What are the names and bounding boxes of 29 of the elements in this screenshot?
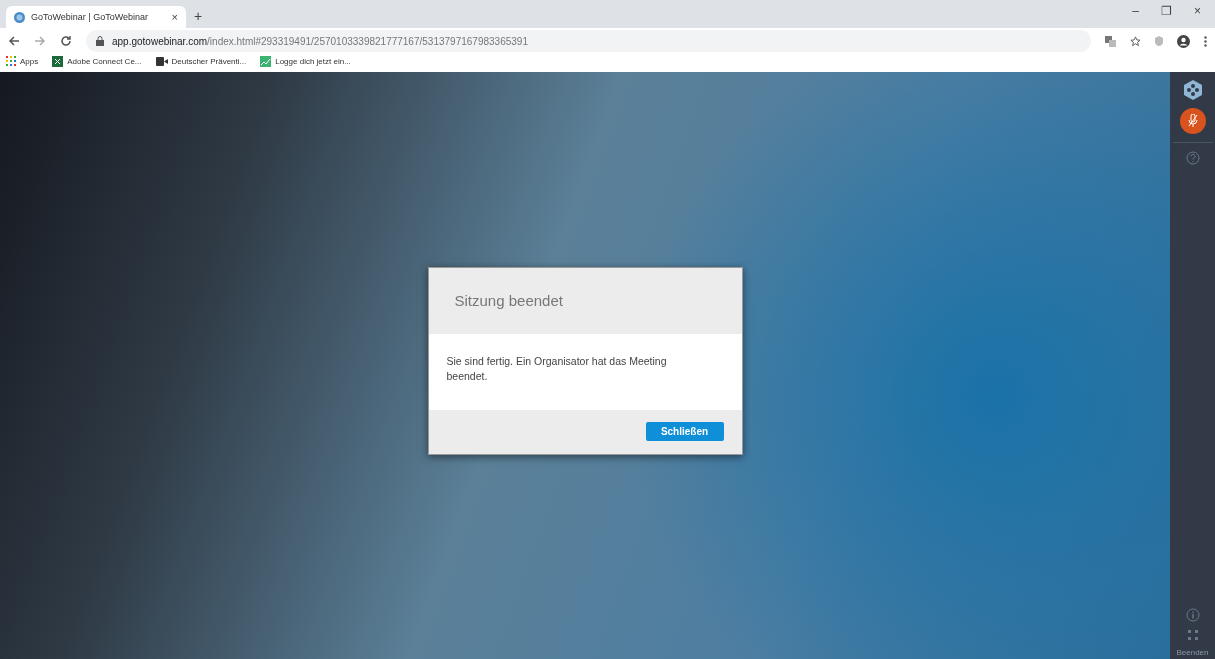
bookmark[interactable]: Deutscher Präventi... bbox=[155, 56, 247, 66]
star-icon[interactable] bbox=[1130, 35, 1141, 47]
apps-shortcut[interactable]: Apps bbox=[6, 56, 39, 66]
profile-icon[interactable] bbox=[1177, 34, 1190, 48]
browser-tab[interactable]: GoToWebinar | GoToWebinar × bbox=[6, 6, 186, 28]
window-control[interactable]: × bbox=[1194, 4, 1201, 18]
video-camera-icon bbox=[155, 56, 168, 66]
dialog-message: Sie sind fertig. Ein Organisator hat das Meeting beendet. bbox=[445, 353, 668, 384]
microphone-icon bbox=[1187, 114, 1198, 128]
address-bar[interactable]: app.gotowebinar.com/index.html#293319491/2570103339821777167/5313797167983365391 bbox=[86, 30, 1091, 52]
close-button[interactable]: Schließen bbox=[645, 422, 724, 441]
globe-icon bbox=[14, 11, 25, 23]
back-arrow-icon[interactable] bbox=[8, 35, 20, 47]
bookmark[interactable]: Logge dich jetzt ein... bbox=[260, 55, 351, 67]
url-text: app.gotowebinar.com/index.html#293319491/2570103339821777167/5313797167983365391 bbox=[112, 35, 528, 47]
end-label[interactable]: Beenden bbox=[1176, 648, 1209, 659]
hexagon-logo-icon[interactable] bbox=[1182, 80, 1203, 100]
lock-icon[interactable] bbox=[96, 36, 104, 46]
microphone-button[interactable] bbox=[1179, 108, 1206, 134]
window-control[interactable]: – bbox=[1132, 4, 1139, 18]
dialog-title: Sitzung beendet bbox=[454, 292, 563, 309]
bookmark[interactable]: Adobe Connect Ce... bbox=[52, 55, 142, 67]
window-control[interactable]: ❐ bbox=[1161, 4, 1172, 18]
new-tab-button[interactable]: + bbox=[194, 8, 203, 24]
reload-icon[interactable] bbox=[60, 35, 72, 47]
fullscreen-icon[interactable] bbox=[1187, 630, 1198, 640]
apps-grid-icon bbox=[6, 56, 16, 66]
menu-icon[interactable] bbox=[1204, 35, 1207, 47]
close-tab-button[interactable]: × bbox=[171, 11, 178, 23]
